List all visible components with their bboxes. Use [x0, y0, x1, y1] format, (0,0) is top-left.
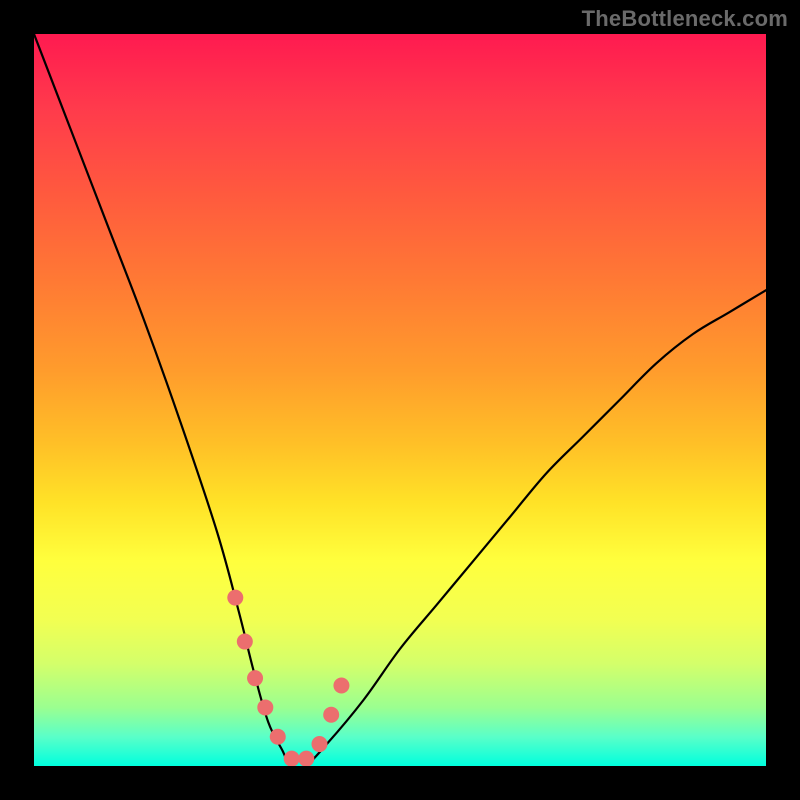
optimal-zone-marker [298, 751, 314, 766]
optimal-zone-marker [311, 736, 327, 752]
optimal-zone-marker [257, 699, 273, 715]
optimal-zone-marker [237, 634, 253, 650]
optimal-zone-marker [270, 729, 286, 745]
optimal-zone-marker [333, 677, 349, 693]
optimal-zone-marker [323, 707, 339, 723]
watermark-text: TheBottleneck.com [582, 6, 788, 32]
chart-plot-area [34, 34, 766, 766]
chart-overlay-svg [34, 34, 766, 766]
optimal-zone-marker [247, 670, 263, 686]
bottleneck-curve-path [34, 34, 766, 766]
optimal-zone-marker [227, 590, 243, 606]
optimal-zone-marker [284, 751, 300, 766]
